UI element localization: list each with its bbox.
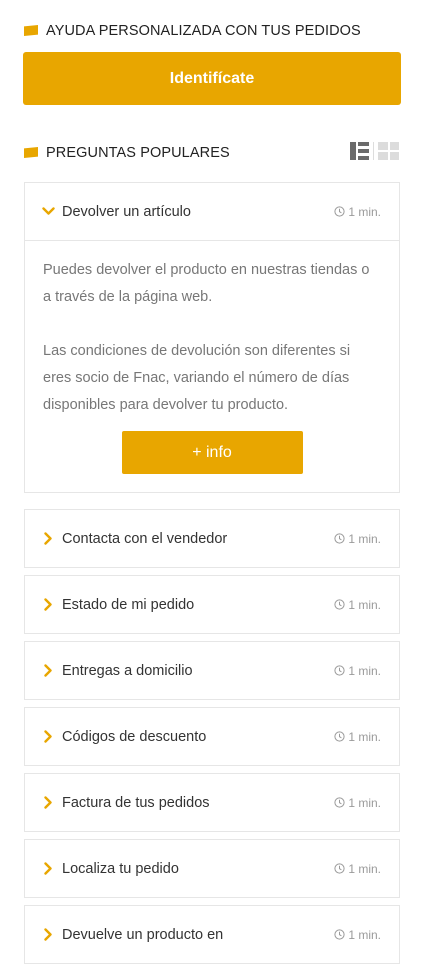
read-time-label: 1 min. — [348, 204, 381, 219]
chevron-right-icon — [41, 664, 55, 678]
read-time-label: 1 min. — [348, 927, 381, 942]
clock-icon — [334, 599, 345, 610]
faq-item-header[interactable]: Estado de mi pedido 1 min. — [25, 576, 399, 633]
read-time-label: 1 min. — [348, 663, 381, 678]
faq-question: Devolver un artículo — [62, 203, 191, 220]
faq-question: Localiza tu pedido — [62, 860, 179, 877]
faq-item-header[interactable]: Devuelve un producto en 1 min. — [25, 906, 399, 963]
faq-item[interactable]: Estado de mi pedido 1 min. — [24, 575, 400, 634]
chevron-right-icon — [41, 928, 55, 942]
faq-question: Factura de tus pedidos — [62, 794, 210, 811]
faq-section-title: PREGUNTAS POPULARES — [24, 145, 230, 161]
faq-item[interactable]: Contacta con el vendedor 1 min. — [24, 509, 400, 568]
clock-icon — [334, 731, 345, 742]
faq-section-title-text: PREGUNTAS POPULARES — [46, 145, 230, 161]
clock-icon — [334, 533, 345, 544]
read-time-label: 1 min. — [348, 729, 381, 744]
chevron-right-icon — [41, 862, 55, 876]
clock-icon — [334, 206, 345, 217]
read-time: 1 min. — [334, 796, 381, 810]
help-section-title-text: AYUDA PERSONALIZADA CON TUS PEDIDOS — [46, 23, 361, 39]
read-time: 1 min. — [334, 532, 381, 546]
clock-icon — [334, 797, 345, 808]
faq-item-header[interactable]: Códigos de descuento 1 min. — [25, 708, 399, 765]
faq-question: Códigos de descuento — [62, 728, 207, 745]
faq-item[interactable]: Localiza tu pedido 1 min. — [24, 839, 400, 898]
clock-icon — [334, 665, 345, 676]
read-time: 1 min. — [334, 928, 381, 942]
grid-view-icon[interactable] — [378, 142, 399, 160]
clock-icon — [334, 863, 345, 874]
identify-button[interactable]: Identifícate — [23, 52, 401, 105]
faq-answer-paragraph: Las condiciones de devolución son difere… — [43, 343, 351, 413]
read-time: 1 min. — [334, 862, 381, 876]
chevron-right-icon — [41, 598, 55, 612]
chevron-right-icon — [41, 730, 55, 744]
faq-item[interactable]: Factura de tus pedidos 1 min. — [24, 773, 400, 832]
view-toggle-divider — [373, 142, 374, 160]
read-time-label: 1 min. — [348, 531, 381, 546]
read-time: 1 min. — [334, 664, 381, 678]
read-time: 1 min. — [334, 205, 381, 219]
read-time: 1 min. — [334, 598, 381, 612]
faq-item-expanded: Devolver un artículo 1 min. Puedes devol… — [24, 182, 400, 493]
faq-item-header[interactable]: Contacta con el vendedor 1 min. — [25, 510, 399, 567]
faq-item[interactable]: Códigos de descuento 1 min. — [24, 707, 400, 766]
faq-item[interactable]: Devuelve un producto en 1 min. — [24, 905, 400, 964]
faq-item-header[interactable]: Devolver un artículo 1 min. — [25, 183, 399, 240]
chevron-right-icon — [41, 796, 55, 810]
read-time-label: 1 min. — [348, 795, 381, 810]
faq-item-header[interactable]: Factura de tus pedidos 1 min. — [25, 774, 399, 831]
help-section-title: AYUDA PERSONALIZADA CON TUS PEDIDOS — [24, 23, 361, 39]
faq-question: Devuelve un producto en — [62, 926, 224, 943]
view-toggle — [350, 142, 399, 160]
chevron-down-icon — [41, 205, 55, 219]
read-time: 1 min. — [334, 730, 381, 744]
flag-icon — [24, 147, 38, 158]
more-info-button[interactable]: + info — [121, 431, 303, 474]
faq-answer-paragraph: Puedes devolver el producto en nuestras … — [43, 262, 370, 305]
faq-item-header[interactable]: Localiza tu pedido 1 min. — [25, 840, 399, 897]
faq-item[interactable]: Entregas a domicilio 1 min. — [24, 641, 400, 700]
read-time-label: 1 min. — [348, 861, 381, 876]
faq-question: Entregas a domicilio — [62, 662, 193, 679]
faq-question: Contacta con el vendedor — [62, 530, 228, 547]
chevron-right-icon — [41, 532, 55, 546]
clock-icon — [334, 929, 345, 940]
faq-answer: Puedes devolver el producto en nuestras … — [25, 240, 399, 492]
list-view-icon[interactable] — [350, 142, 369, 160]
faq-item-header[interactable]: Entregas a domicilio 1 min. — [25, 642, 399, 699]
faq-question: Estado de mi pedido — [62, 596, 195, 613]
read-time-label: 1 min. — [348, 597, 381, 612]
flag-icon — [24, 25, 38, 36]
